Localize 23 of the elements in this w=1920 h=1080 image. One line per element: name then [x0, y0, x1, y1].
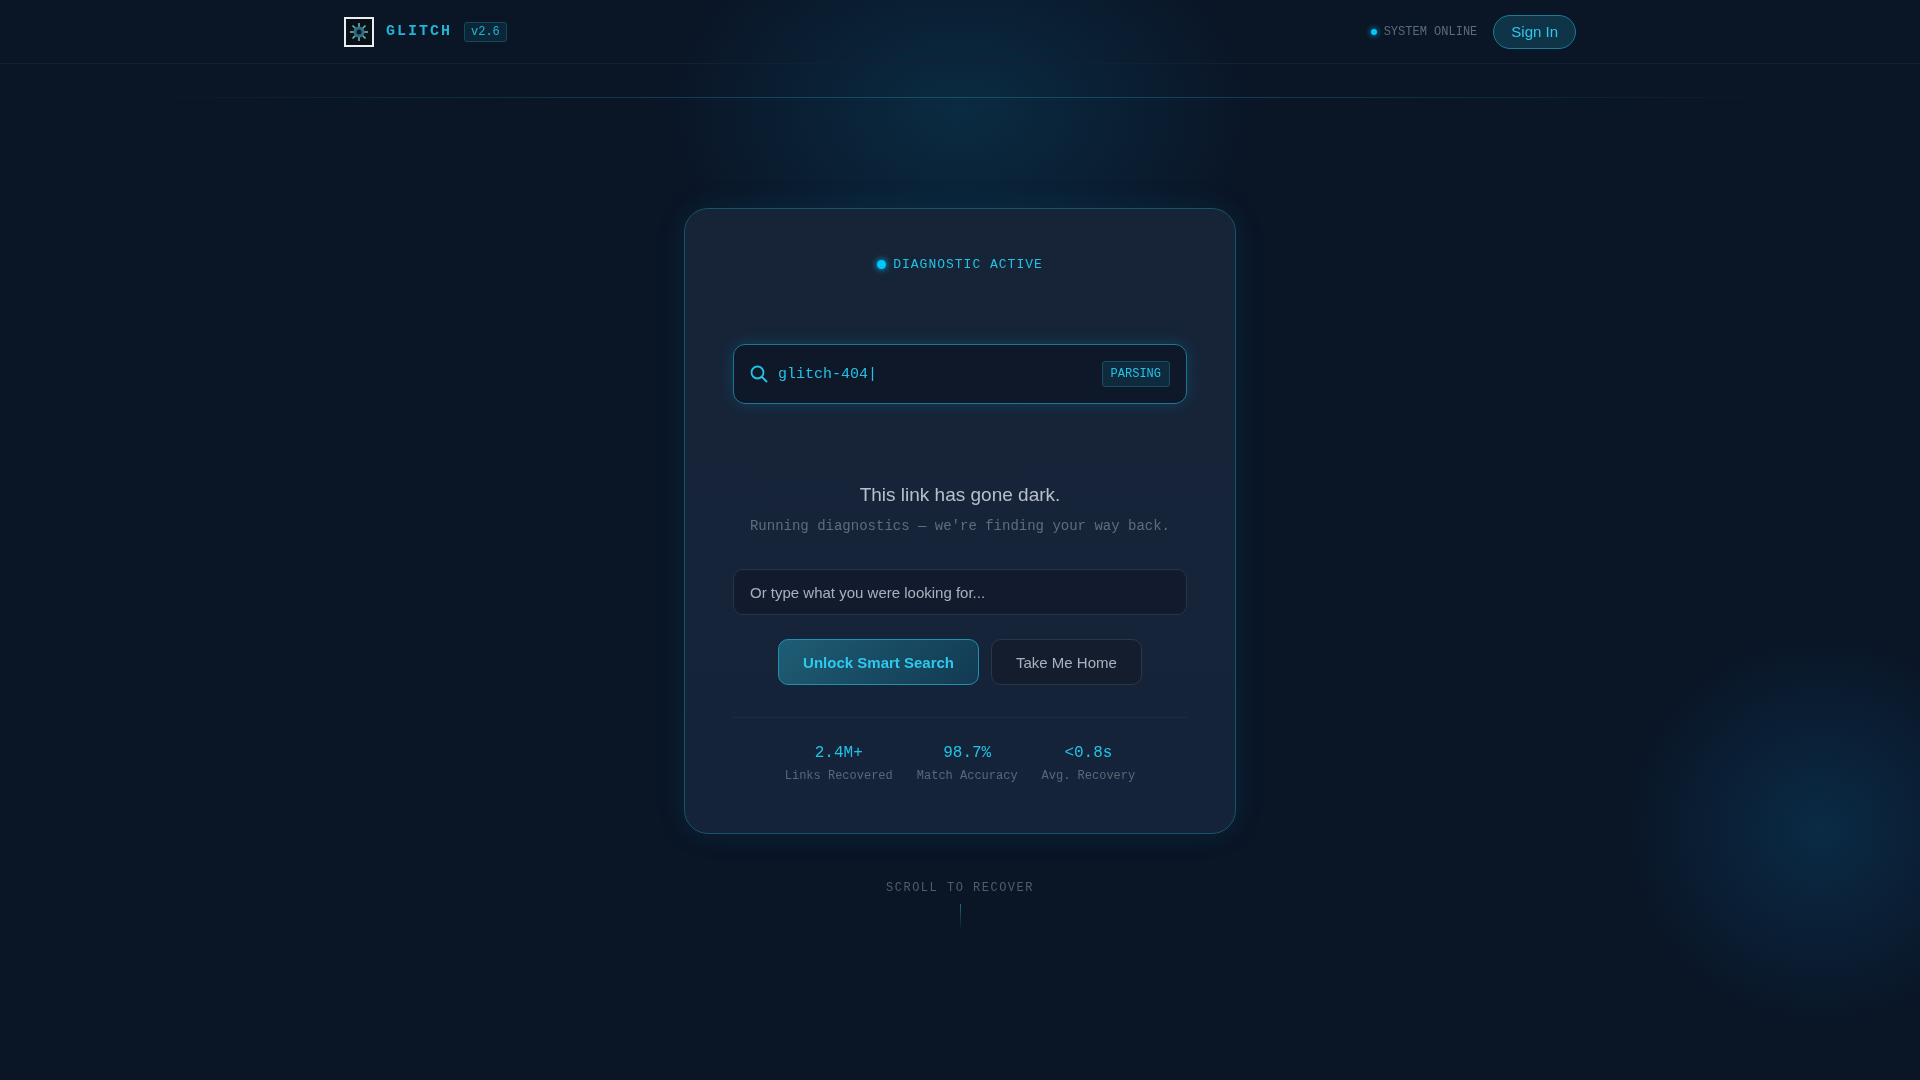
home-button[interactable]: Take Me Home [991, 639, 1142, 685]
version-badge: v2.6 [464, 21, 507, 42]
search-field[interactable]: glitch-404| PARSING [733, 344, 1187, 404]
logo-icon [344, 16, 374, 47]
sign-in-button[interactable]: Sign In [1493, 14, 1576, 49]
stat-label: Match Accuracy [916, 769, 1018, 783]
brand-name[interactable]: GLITCH [386, 23, 452, 40]
smart-search-button[interactable]: Unlock Smart Search [778, 639, 979, 685]
parsing-tag: PARSING [1101, 361, 1170, 387]
search-icon [750, 365, 768, 383]
heading: This link has gone dark. [859, 484, 1061, 506]
diagnostic-status: DIAGNOSTIC ACTIVE [893, 257, 1043, 272]
stat-label: Avg. Recovery [1041, 769, 1136, 783]
system-status: SYSTEM ONLINE [1383, 24, 1478, 39]
stat-value: 2.4M+ [814, 744, 863, 762]
stat-label: Links Recovered [784, 769, 893, 783]
scroll-hint: SCROLL TO RECOVER [886, 881, 1034, 895]
subtitle: Running diagnostics — we're finding your way back. [749, 518, 1171, 534]
search-text: glitch-404| [778, 365, 879, 383]
stat-value: <0.8s [1064, 744, 1113, 762]
scroll-line [959, 904, 961, 930]
query-field[interactable]: Or type what you were looking for... [733, 569, 1187, 615]
stat-value: 98.7% [943, 744, 992, 762]
